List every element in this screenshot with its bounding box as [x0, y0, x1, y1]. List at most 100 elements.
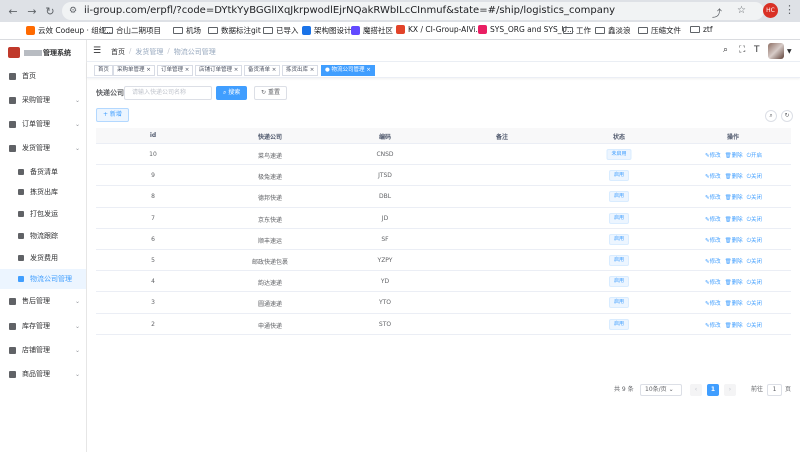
toggle-status-button[interactable]: ⏻关闭 — [747, 321, 762, 330]
goto-page-input[interactable]: 1 — [767, 384, 782, 396]
user-avatar[interactable] — [768, 43, 784, 59]
bookmark-item[interactable]: 压缩文件 — [638, 25, 681, 36]
sidebar-item[interactable]: 打包发运 — [0, 204, 86, 224]
hamburger-icon[interactable]: ☰ — [93, 46, 101, 56]
column-header: 操作 — [726, 134, 740, 141]
company-cell: 邮政快递包裹 — [251, 258, 289, 266]
edit-button[interactable]: ✎修改 — [705, 321, 721, 330]
sidebar-item[interactable]: 采购管理 ⌄ — [0, 90, 86, 110]
chevron-down-icon: ⌄ — [75, 144, 81, 152]
delete-button[interactable]: 🗑删除 — [725, 215, 743, 224]
toggle-status-button[interactable]: ⏻关闭 — [747, 278, 762, 287]
prev-page-button[interactable]: ‹ — [690, 384, 702, 396]
id-cell: 7 — [151, 214, 155, 222]
toggle-status-button[interactable]: ⏻关闭 — [747, 236, 762, 245]
sidebar-item[interactable]: 发货费用 — [0, 248, 86, 268]
delete-button[interactable]: 🗑删除 — [725, 172, 743, 181]
tag-item[interactable]: ● 物流公司管理 × — [321, 65, 375, 76]
reload-icon[interactable]: ↻ — [43, 5, 57, 19]
delete-button[interactable]: 🗑删除 — [725, 151, 743, 160]
address-bar[interactable]: ⚙ ii-group.com/erpfl/?code=DYtkYyBGGlIXq… — [62, 2, 764, 20]
id-cell: 9 — [151, 172, 155, 180]
edit-button[interactable]: ✎修改 — [705, 151, 721, 160]
delete-button[interactable]: 🗑删除 — [725, 278, 743, 287]
edit-button[interactable]: ✎修改 — [705, 278, 721, 287]
bookmark-item[interactable]: 工作 — [563, 25, 591, 36]
refresh-icon[interactable]: ↻ — [781, 110, 793, 122]
bookmark-item[interactable]: 鑫淡浪 — [595, 25, 631, 36]
bookmark-item[interactable]: SYS_ORG and SYS_U... — [478, 25, 574, 34]
tag-item[interactable]: 店铺订单管理 × — [195, 65, 243, 76]
back-icon[interactable]: ← — [6, 5, 20, 19]
toggle-status-button[interactable]: ⏻关闭 — [747, 172, 762, 181]
next-page-button[interactable]: › — [724, 384, 736, 396]
toggle-status-button[interactable]: ⏻关闭 — [747, 299, 762, 308]
sidebar-item[interactable]: 库存管理 ⌄ — [0, 316, 86, 336]
sidebar-item[interactable]: 商品管理 ⌄ — [0, 364, 86, 384]
caret-down-icon[interactable]: ▼ — [787, 48, 792, 55]
edit-button[interactable]: ✎修改 — [705, 172, 721, 181]
sidebar-item[interactable]: 订单管理 ⌄ — [0, 114, 86, 134]
bookmark-item[interactable]: 机场 — [173, 25, 201, 36]
row-actions: ✎修改 🗑删除 ⏻关闭 — [705, 257, 762, 266]
sidebar-item[interactable]: 备货清单 — [0, 162, 86, 182]
tag-item[interactable]: 采购单管理 × — [113, 65, 155, 76]
toggle-search-icon[interactable]: ⌕ — [765, 110, 777, 122]
delete-button[interactable]: 🗑删除 — [725, 193, 743, 202]
company-cell: 韵达速递 — [257, 280, 283, 288]
tag-item[interactable]: 订单管理 × — [157, 65, 194, 76]
bookmark-item[interactable]: 合山二期项目 — [103, 25, 161, 36]
delete-button[interactable]: 🗑删除 — [725, 299, 743, 308]
browser-menu-icon[interactable]: ⋮ — [784, 3, 795, 16]
sidebar-item[interactable]: 发货管理 ⌄ — [0, 138, 86, 158]
bookmark-star-icon[interactable]: ☆ — [737, 5, 746, 16]
share-icon[interactable]: ⤴ — [712, 5, 722, 20]
toggle-status-button[interactable]: ⏻开启 — [747, 151, 762, 160]
delete-button[interactable]: 🗑删除 — [725, 236, 743, 245]
sidebar-item[interactable]: 拣货出库 — [0, 182, 86, 202]
sidebar-item[interactable]: 售后管理 ⌄ — [0, 291, 86, 311]
tag-item[interactable]: 首页 — [94, 65, 114, 76]
edit-button[interactable]: ✎修改 — [705, 193, 721, 202]
tag-item[interactable]: 备货清单 × — [244, 65, 281, 76]
toggle-status-button[interactable]: ⏻关闭 — [747, 215, 762, 224]
url-text: ii-group.com/erpfl/?code=DYtkYyBGGlIXqJk… — [84, 5, 616, 16]
edit-button[interactable]: ✎修改 — [705, 299, 721, 308]
column-header: 快递公司 — [257, 134, 283, 141]
sidebar-item[interactable]: 物流跟踪 — [0, 226, 86, 246]
toggle-status-button[interactable]: ⏻关闭 — [747, 257, 762, 266]
sidebar-item[interactable]: 店铺管理 ⌄ — [0, 340, 86, 360]
search-icon[interactable]: ⌕ — [723, 45, 728, 55]
breadcrumb-item[interactable]: 首页 — [111, 47, 125, 57]
page-size-select[interactable]: 10条/页 ⌄ — [640, 384, 682, 396]
bookmark-item[interactable]: 魔搭社区 — [351, 25, 393, 36]
forward-icon[interactable]: → — [25, 5, 39, 19]
gitlab-icon — [396, 25, 405, 34]
bookmark-item[interactable]: 架构图设计 — [302, 25, 352, 36]
font-size-icon[interactable]: T — [754, 45, 760, 55]
edit-button[interactable]: ✎修改 — [705, 215, 721, 224]
company-search-input[interactable]: 请输入快递公司名称 — [124, 86, 212, 100]
tag-item[interactable]: 拣货出库 × — [282, 65, 319, 76]
reset-button[interactable]: ↻ 重置 — [254, 86, 287, 100]
bookmark-item[interactable]: 已导入 — [263, 25, 299, 36]
site-info-icon[interactable]: ⚙ — [69, 6, 77, 16]
edit-button[interactable]: ✎修改 — [705, 257, 721, 266]
search-button[interactable]: ⌕ 搜索 — [216, 86, 248, 100]
browser-profile-avatar[interactable]: HC — [763, 3, 778, 18]
table-row: 9 极兔速递 JTSD 启用 ✎修改 🗑删除 ⏻关闭 — [96, 165, 791, 187]
bookmark-item[interactable]: 数据标注git — [208, 25, 261, 36]
delete-button[interactable]: 🗑删除 — [725, 257, 743, 266]
logo-icon — [8, 47, 20, 58]
bookmark-item[interactable]: ztf — [690, 25, 713, 34]
fullscreen-icon[interactable]: ⛶ — [739, 45, 745, 55]
bookmark-item[interactable]: KX / CI-Group-AIVi... — [396, 25, 483, 34]
sidebar-item[interactable]: 物流公司管理 — [0, 269, 86, 289]
current-page[interactable]: 1 — [707, 384, 719, 396]
add-button[interactable]: + 新增 — [96, 108, 129, 122]
toggle-status-button[interactable]: ⏻关闭 — [747, 193, 762, 202]
bookmark-item[interactable]: 云效 Codeup · 组织... — [26, 25, 113, 36]
delete-button[interactable]: 🗑删除 — [725, 321, 743, 330]
edit-button[interactable]: ✎修改 — [705, 236, 721, 245]
sidebar-item[interactable]: 首页 — [0, 66, 86, 86]
